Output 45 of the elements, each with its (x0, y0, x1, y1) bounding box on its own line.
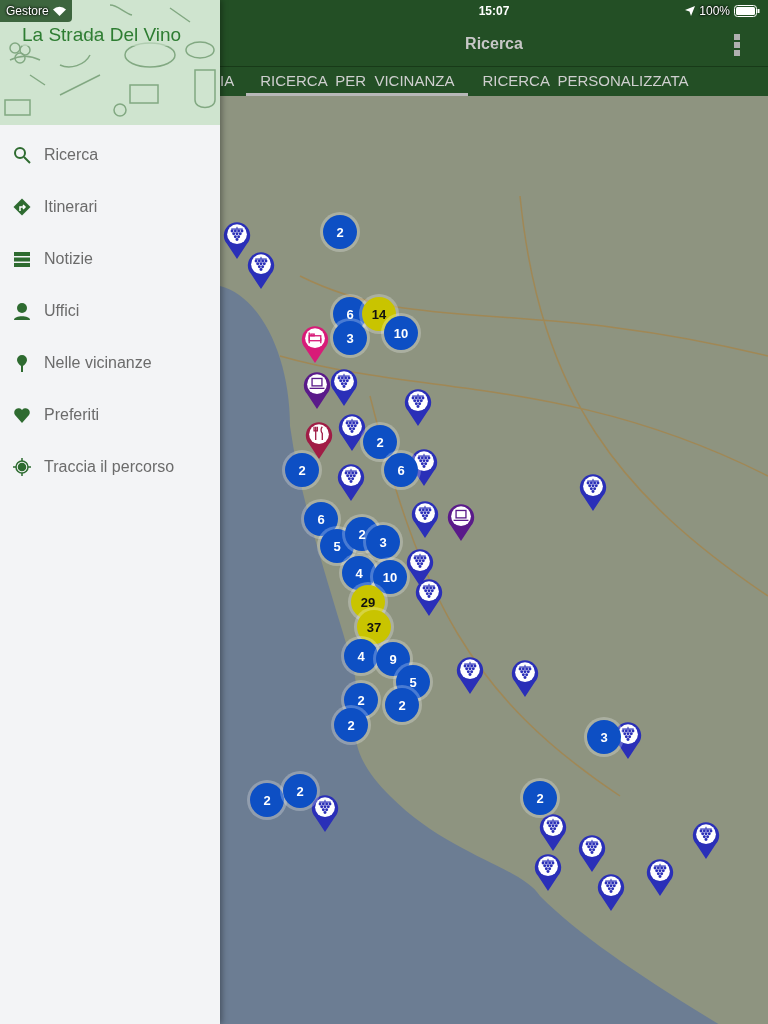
grape-pin-icon[interactable] (247, 251, 275, 289)
grape-pin-icon[interactable] (330, 368, 358, 406)
person-icon (12, 301, 32, 321)
grape-pin-icon[interactable] (692, 821, 720, 859)
grape-pin-icon[interactable] (456, 656, 484, 694)
grape-pin-icon[interactable] (415, 578, 443, 616)
grape-pin-icon[interactable] (337, 463, 365, 501)
search-icon (12, 145, 32, 165)
menu-item[interactable]: Ricerca (0, 129, 220, 181)
carrier-name: Gestore (6, 4, 49, 18)
tab[interactable]: RICERCA PERSONALIZZATA (468, 67, 703, 96)
crosshair-icon (12, 457, 32, 477)
laptop-pin-icon[interactable] (447, 503, 475, 541)
tab[interactable]: IA (220, 67, 247, 96)
battery-icon (734, 5, 760, 17)
bed-pin-icon[interactable] (301, 325, 329, 363)
list-icon (12, 249, 32, 269)
menu-item[interactable]: Nelle vicinanze (0, 337, 220, 389)
grape-pin-icon[interactable] (579, 473, 607, 511)
grape-pin-icon[interactable] (511, 659, 539, 697)
wifi-icon (52, 6, 66, 16)
grape-pin-icon[interactable] (534, 853, 562, 891)
grape-pin-icon[interactable] (338, 413, 366, 451)
toolbar-title: Ricerca (465, 35, 523, 53)
laptop-pin-icon[interactable] (303, 371, 331, 409)
grape-pin-icon[interactable] (578, 834, 606, 872)
menu-item[interactable]: Traccia il percorso (0, 441, 220, 493)
grape-pin-icon[interactable] (539, 813, 567, 851)
grape-pin-icon[interactable] (311, 794, 339, 832)
more-options-button[interactable] (734, 34, 740, 56)
status-time: 15:07 (478, 4, 510, 18)
heart-icon (12, 405, 32, 425)
battery-percent: 100% (699, 4, 730, 18)
menu-item[interactable]: Preferiti (0, 389, 220, 441)
grape-pin-icon[interactable] (406, 548, 434, 586)
grape-pin-icon[interactable] (404, 388, 432, 426)
fork-knife-pin-icon[interactable] (305, 421, 333, 459)
menu-item[interactable]: Uffici (0, 285, 220, 337)
grape-pin-icon[interactable] (646, 858, 674, 896)
location-arrow-icon (685, 6, 696, 16)
menu-item[interactable]: Itinerari (0, 181, 220, 233)
grape-pin-icon[interactable] (597, 873, 625, 911)
grape-pin-icon[interactable] (411, 500, 439, 538)
grape-pin-icon[interactable] (223, 221, 251, 259)
menu-item[interactable]: Notizie (0, 233, 220, 285)
